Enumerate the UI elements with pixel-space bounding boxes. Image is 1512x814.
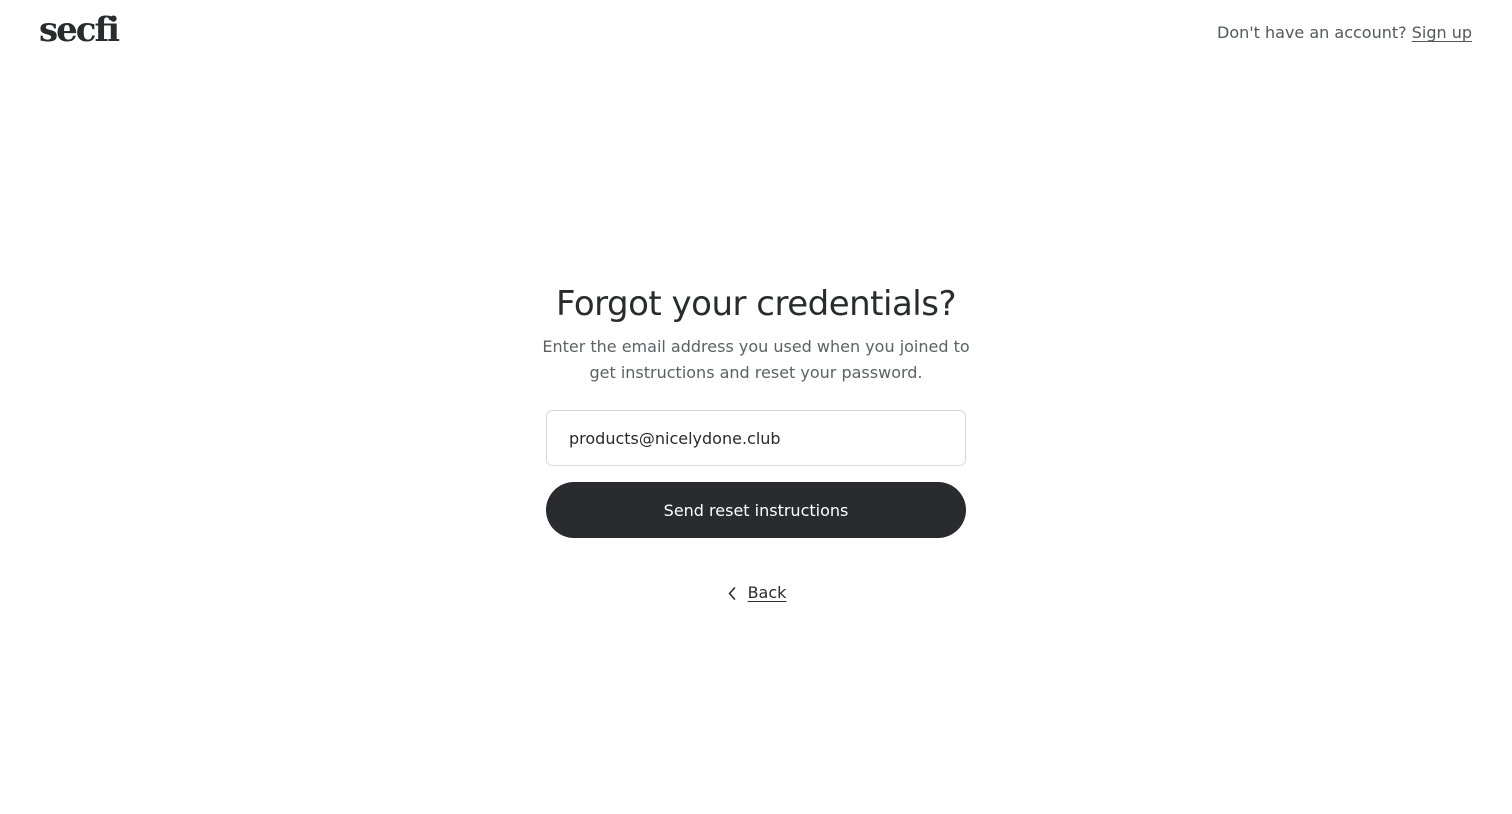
page-title: Forgot your credentials? <box>555 284 957 324</box>
email-field[interactable] <box>546 410 966 466</box>
back-label: Back <box>747 583 787 602</box>
signup-prompt: Don't have an account? Sign up <box>1217 22 1472 44</box>
reset-form: Forgot your credentials? Enter the email… <box>542 282 969 604</box>
chevron-left-icon <box>726 586 738 600</box>
signup-prompt-text: Don't have an account? <box>1217 23 1407 42</box>
send-reset-instructions-button[interactable]: Send reset instructions <box>546 482 966 538</box>
forgot-credentials-page: secfi Don't have an account? Sign up For… <box>0 0 1512 814</box>
back-link[interactable]: Back <box>726 582 787 604</box>
page-subtitle: Enter the email address you used when yo… <box>542 337 970 382</box>
signup-link[interactable]: Sign up <box>1412 23 1472 42</box>
secfi-logo[interactable]: secfi <box>39 6 120 54</box>
